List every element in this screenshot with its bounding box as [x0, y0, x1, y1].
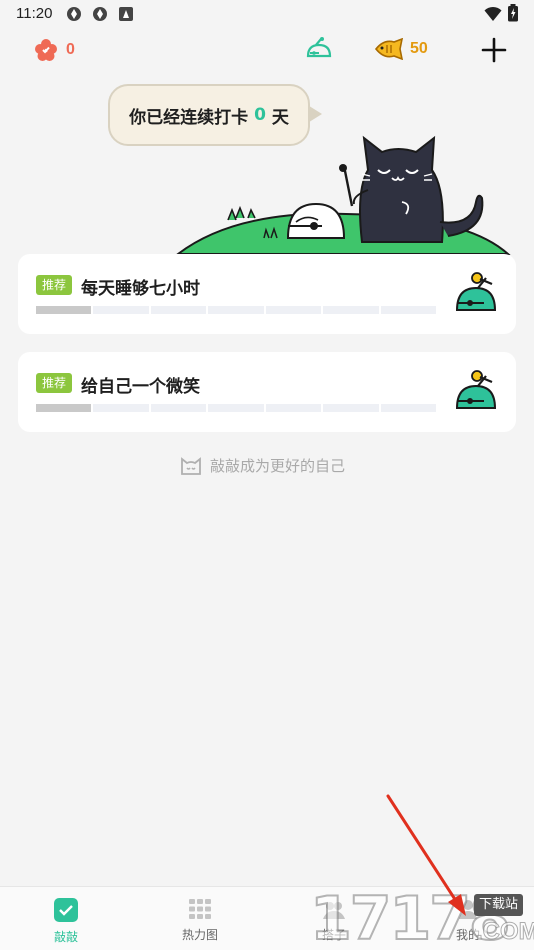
fish-icon [374, 38, 404, 60]
recommended-tag: 推荐 [36, 275, 73, 295]
habit-progress [36, 306, 436, 314]
flower-counter[interactable]: 0 [34, 38, 75, 62]
nav-tab-heatmap[interactable]: 热力图 [160, 897, 240, 943]
streak-days: 0 [254, 105, 266, 125]
battery-icon [508, 4, 518, 22]
app-notification-icon [93, 7, 107, 21]
habit-title: 每天睡够七小时 [81, 279, 200, 299]
check-square-icon [54, 898, 78, 922]
habit-card[interactable]: 推荐 给自己一个微笑 [18, 352, 516, 432]
status-bar: 11:20 [0, 0, 534, 28]
nav-label: 热力图 [181, 928, 218, 942]
app-notification-icon [119, 7, 133, 21]
nav-label: 敲敲 [53, 930, 78, 944]
flower-icon [35, 39, 57, 61]
status-time: 11:20 [16, 5, 53, 22]
habit-title: 给自己一个微笑 [81, 377, 200, 397]
habit-progress [36, 404, 436, 412]
recommended-tag: 推荐 [36, 373, 73, 393]
app-notification-icon [67, 7, 81, 21]
watermark-com: .COM [476, 918, 534, 946]
cat-face-icon [181, 456, 201, 475]
flower-count: 0 [66, 41, 75, 58]
cat-body [359, 135, 444, 243]
watermark-site: 下载站 [474, 894, 524, 916]
motto-text: 敲敲成为更好的自己 [210, 457, 346, 475]
streak-suffix: 天 [271, 107, 289, 128]
knock-bell-icon[interactable] [454, 368, 498, 414]
grid-icon [189, 899, 211, 919]
site-watermark: 17178 下载站 .COM [309, 887, 534, 950]
bird-icon[interactable] [305, 36, 333, 64]
fish-count: 50 [410, 40, 428, 57]
wifi-icon [484, 6, 502, 21]
add-habit-button[interactable] [478, 34, 510, 66]
habit-card[interactable]: 推荐 每天睡够七小时 [18, 254, 516, 334]
knock-bell-icon[interactable] [454, 270, 498, 316]
streak-prefix: 你已经连续打卡 [129, 107, 249, 128]
motto: 敲敲成为更好的自己 [180, 455, 345, 476]
fish-counter[interactable]: 50 [374, 38, 428, 60]
nav-tab-knock[interactable]: 敲敲 [26, 897, 106, 945]
top-bar: 0 50 [0, 34, 534, 70]
cat-mascot-scene[interactable] [176, 130, 512, 256]
